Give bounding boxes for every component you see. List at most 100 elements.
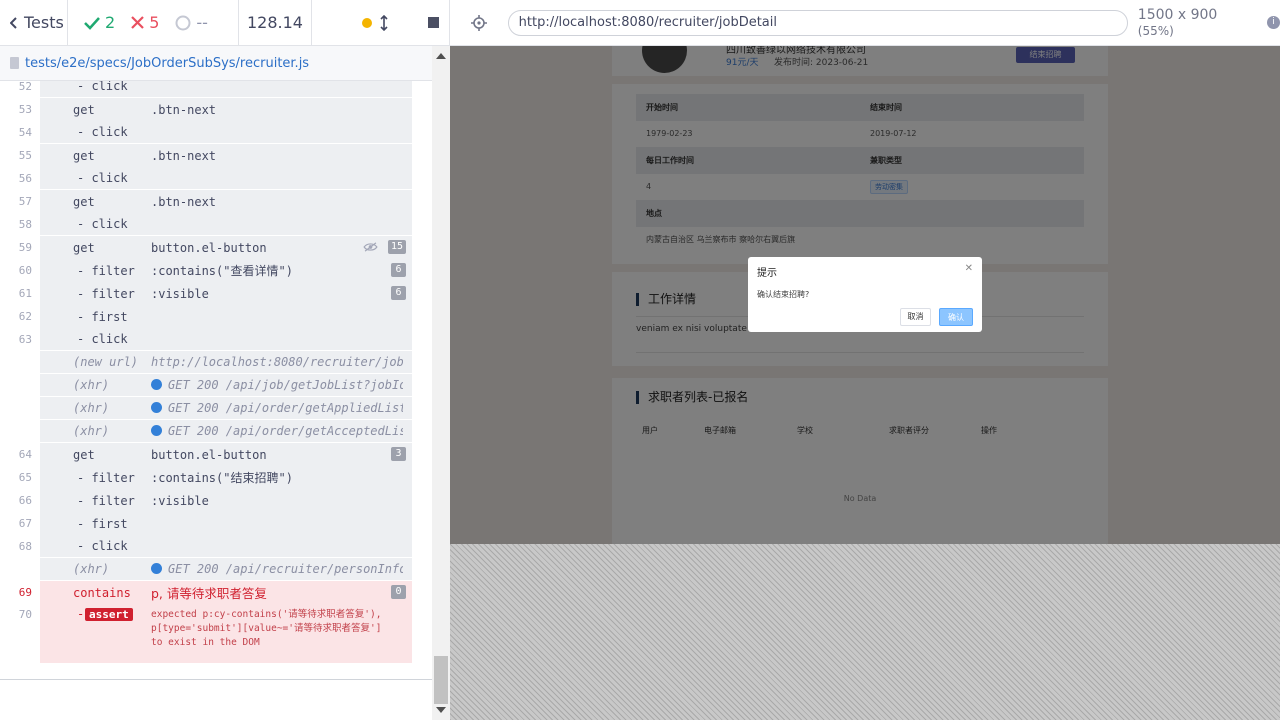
command-event-row[interactable]: (xhr) GET 200 /api/order/getAcceptedList.…	[40, 420, 412, 443]
element-count-badge: 6	[391, 263, 406, 277]
tests-toggle-button[interactable]: Tests	[0, 0, 68, 46]
failed-count: 5	[131, 13, 159, 32]
command-event-row[interactable]: (xhr) GET 200 /api/job/getJobList?jobId=.…	[40, 374, 412, 397]
command-row[interactable]: 66 - filter :visible	[19, 489, 412, 512]
command-message-text: :visible	[151, 493, 209, 508]
command-event-row[interactable]: (new url) http://localhost:8080/recruiter…	[40, 351, 412, 374]
command-name: - first	[77, 516, 128, 531]
command-name: - click	[77, 217, 128, 231]
command-name: get	[73, 102, 95, 117]
selector-playground-button[interactable]	[450, 14, 508, 31]
command-message: p, 请等待求职者答复	[151, 586, 267, 601]
failed-command-group: 69 contains p, 请等待求职者答复 0 70 - assert expected …	[19, 581, 412, 663]
command-message-text: http://localhost:8080/recruiter/jobDe...	[151, 355, 403, 369]
command-message-text: button.el-button	[151, 240, 267, 255]
command-name: - click	[77, 171, 128, 185]
assert-error-block[interactable]: 70 - assert expected p:cy-contains('请等待求职者答…	[19, 604, 412, 663]
command-row[interactable]: 67 - first	[19, 512, 412, 535]
viewport-size: 1500 x 900 (55%)	[1138, 7, 1257, 39]
command-number: 57	[18, 195, 32, 208]
command-number: 53	[18, 103, 32, 116]
command-row[interactable]: 56 - click	[19, 167, 412, 190]
command-message: :visible	[151, 494, 403, 508]
close-icon[interactable]: ✕	[965, 263, 973, 274]
command-name: get	[73, 148, 95, 163]
command-message-text: :contains("结束招聘")	[151, 471, 293, 485]
running-status-icon	[362, 17, 372, 28]
command-number: 66	[18, 494, 32, 507]
dialog-confirm-button[interactable]: 确认	[939, 308, 973, 326]
element-count-badge: 0	[391, 585, 406, 599]
run-controls	[312, 0, 450, 46]
command-name: - click	[77, 125, 128, 139]
x-icon	[131, 16, 144, 29]
file-icon	[10, 57, 19, 69]
failed-value: 5	[149, 13, 160, 32]
test-counts: 2 5 --	[68, 0, 239, 46]
command-row[interactable]: 53 get .btn-next	[19, 98, 412, 121]
info-icon[interactable]: i	[1267, 16, 1280, 29]
viewport-empty-area	[450, 544, 1280, 720]
error-line: p[type='submit'][value~='请等待求职者答复']	[151, 623, 382, 634]
command-name: get	[73, 240, 95, 255]
spec-path-link[interactable]: tests/e2e/specs/JobOrderSubSys/recruiter…	[25, 56, 309, 71]
command-row[interactable]: 52 - click	[19, 81, 412, 98]
command-event-row[interactable]: (xhr) GET 200 /api/recruiter/personInfo/.…	[40, 558, 412, 581]
failed-command-row[interactable]: 69 contains p, 请等待求职者答复 0	[19, 581, 412, 604]
command-name: - filter	[77, 493, 135, 508]
command-message: GET 200 /api/order/getAcceptedList...	[151, 424, 403, 438]
command-row[interactable]: 68 - click	[19, 535, 412, 558]
command-message: button.el-button	[151, 448, 403, 462]
reporter-pane: Tests 2 5 -- 128.14 tests/e2e/specs/JobO…	[0, 0, 450, 720]
command-row[interactable]: 62 - first	[19, 305, 412, 328]
scroll-down-arrow-icon[interactable]	[436, 707, 446, 713]
command-name: get	[73, 194, 95, 209]
reporter-stats-bar: Tests 2 5 -- 128.14	[0, 0, 450, 46]
xhr-status-icon	[151, 402, 162, 413]
command-row[interactable]: 59 get button.el-button 15	[19, 236, 412, 259]
command-row[interactable]: 54 - click	[19, 121, 412, 144]
command-name: (xhr)	[73, 401, 110, 415]
viewport-scale: (55%)	[1137, 23, 1174, 38]
command-name: (new url)	[73, 355, 139, 369]
command-message: :visible	[151, 287, 403, 301]
command-number: 58	[18, 217, 32, 231]
command-number: 54	[18, 125, 32, 139]
passed-value: 2	[105, 13, 116, 32]
command-message-text: .btn-next	[151, 194, 217, 209]
command-number: 68	[18, 539, 32, 553]
reporter-scrollbar[interactable]	[432, 46, 450, 720]
tests-label: Tests	[24, 13, 64, 32]
command-number: 64	[18, 448, 32, 461]
scrollbar-thumb[interactable]	[434, 656, 448, 704]
assert-tag: assert	[85, 608, 133, 621]
scroll-up-arrow-icon[interactable]	[436, 53, 446, 59]
command-message-text: :contains("查看详情")	[151, 264, 293, 278]
dialog-cancel-button[interactable]: 取消	[900, 308, 931, 326]
command-name: contains	[73, 585, 131, 600]
command-row[interactable]: 61 - filter:visible 6	[19, 282, 412, 305]
command-row[interactable]: 57 get .btn-next	[19, 190, 412, 213]
stop-icon[interactable]	[428, 17, 439, 28]
command-row[interactable]: 55 get .btn-next	[19, 144, 412, 167]
command-row[interactable]: 63 - click	[19, 328, 412, 351]
element-count-badge: 3	[391, 447, 406, 461]
command-row[interactable]: 64 get button.el-button 3	[19, 443, 412, 466]
dialog-message: 确认结束招聘?	[757, 290, 810, 299]
auto-scroll-icon[interactable]	[380, 14, 388, 31]
command-name: (xhr)	[73, 562, 110, 576]
command-number: 55	[18, 149, 32, 162]
command-name: get	[73, 447, 95, 462]
aut-url-field[interactable]: http://localhost:8080/recruiter/jobDetai…	[507, 9, 1128, 36]
passed-count: 2	[84, 13, 115, 32]
command-message-text: GET 200 /api/job/getJobList?jobId=...	[168, 378, 403, 392]
command-name: - click	[77, 81, 128, 93]
element-count-badge: 15	[387, 240, 406, 254]
command-event-row[interactable]: (xhr) GET 200 /api/order/getAppliedList?.…	[40, 397, 412, 420]
command-row[interactable]: 60 - filter:contains("查看详情") 6	[19, 259, 412, 282]
command-row[interactable]: 58 - click	[19, 213, 412, 236]
command-row[interactable]: 65 - filter:contains("结束招聘")	[19, 466, 412, 489]
confirm-dialog: 提示 ✕ 确认结束招聘? 取消 确认	[748, 257, 982, 332]
xhr-status-icon	[151, 379, 162, 390]
command-message: .btn-next	[151, 195, 403, 209]
